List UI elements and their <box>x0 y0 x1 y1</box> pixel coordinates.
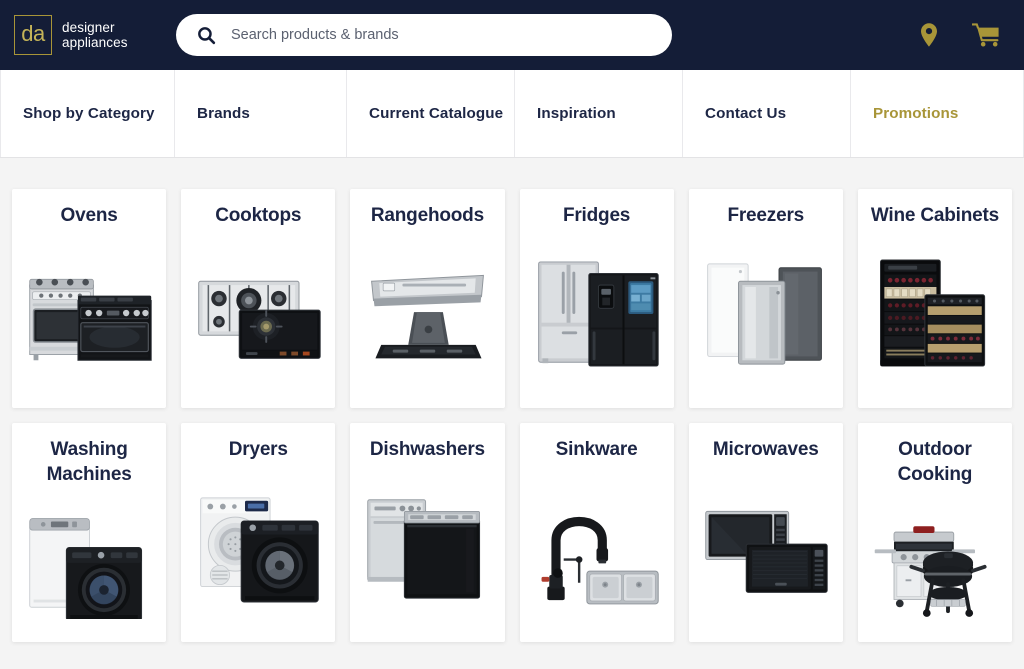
category-card-dishwashers[interactable]: Dishwashers <box>350 423 505 642</box>
nav-item-shop-by-category[interactable]: Shop by Category <box>0 70 174 157</box>
wine-cabinet-image <box>864 228 1006 400</box>
microwave-image <box>695 462 837 634</box>
fridge-image <box>526 228 668 400</box>
category-title: Sinkware <box>555 439 638 460</box>
oven-image <box>18 228 160 400</box>
nav-item-inspiration[interactable]: Inspiration <box>514 70 682 157</box>
category-title: Wine Cabinets <box>870 205 999 226</box>
sinkware-image <box>526 462 668 634</box>
category-card-dryers[interactable]: Dryers <box>181 423 336 642</box>
main-navigation: Shop by Category Brands Current Catalogu… <box>0 70 1024 158</box>
category-title: Cooktops <box>215 205 302 226</box>
dryer-image <box>187 462 329 634</box>
category-title: Microwaves <box>712 439 819 460</box>
category-title: Freezers <box>727 205 805 226</box>
category-card-wine-cabinets[interactable]: Wine Cabinets <box>857 189 1012 408</box>
category-card-outdoor-cooking[interactable]: Outdoor Cooking <box>857 423 1012 642</box>
nav-item-brands[interactable]: Brands <box>174 70 346 157</box>
search-icon <box>196 25 217 46</box>
nav-item-promotions[interactable]: Promotions <box>850 70 1024 157</box>
cooktop-image <box>187 228 329 400</box>
category-card-cooktops[interactable]: Cooktops <box>181 189 336 408</box>
category-card-fridges[interactable]: Fridges <box>519 189 674 408</box>
site-header: da designer appliances <box>0 0 1024 70</box>
nav-item-contact-us[interactable]: Contact Us <box>682 70 850 157</box>
dishwasher-image <box>356 462 498 634</box>
brand-name-line2: appliances <box>62 35 128 50</box>
brand-name-line1: designer <box>62 20 115 35</box>
category-title: Rangehoods <box>370 205 484 226</box>
nav-item-current-catalogue[interactable]: Current Catalogue <box>346 70 514 157</box>
brand-logo[interactable]: da designer appliances <box>14 15 128 55</box>
category-card-washing-machines[interactable]: Washing Machines <box>12 423 167 642</box>
category-title: Ovens <box>60 205 118 226</box>
category-card-microwaves[interactable]: Microwaves <box>688 423 843 642</box>
search-input[interactable] <box>231 14 652 56</box>
location-pin-icon[interactable] <box>918 22 940 48</box>
header-actions <box>918 22 1008 48</box>
rangehood-image <box>356 228 498 400</box>
logo-mark-icon: da <box>14 15 52 55</box>
outdoor-cooking-image <box>864 487 1006 634</box>
category-title: Dishwashers <box>369 439 485 460</box>
category-grid: Ovens Cooktops Rangehoods Fridges Freeze… <box>0 158 1024 642</box>
category-card-rangehoods[interactable]: Rangehoods <box>350 189 505 408</box>
category-card-freezers[interactable]: Freezers <box>688 189 843 408</box>
search-box[interactable] <box>176 14 672 56</box>
category-title: Fridges <box>562 205 631 226</box>
washing-machine-image <box>18 487 160 634</box>
category-card-sinkware[interactable]: Sinkware <box>519 423 674 642</box>
search-bar[interactable] <box>176 14 672 56</box>
brand-name: designer appliances <box>62 20 128 50</box>
freezer-image <box>695 228 837 400</box>
category-title: Washing Machines <box>46 439 132 485</box>
shopping-cart-icon[interactable] <box>972 22 1000 48</box>
category-card-ovens[interactable]: Ovens <box>12 189 167 408</box>
category-title: Dryers <box>228 439 288 460</box>
category-title: Outdoor Cooking <box>897 439 973 485</box>
